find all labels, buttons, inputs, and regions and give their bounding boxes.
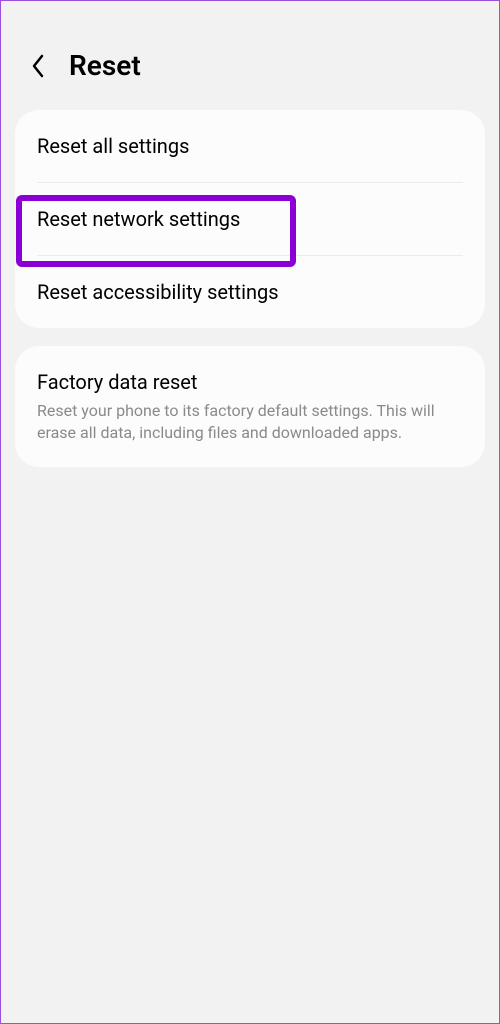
reset-all-settings-item[interactable]: Reset all settings [15, 110, 485, 182]
page-title: Reset [69, 49, 141, 82]
list-item-label: Factory data reset [37, 370, 463, 394]
header: Reset [1, 1, 499, 110]
reset-network-settings-item[interactable]: Reset network settings [15, 183, 485, 255]
list-item-description: Reset your phone to its factory default … [37, 400, 463, 443]
factory-reset-card: Factory data reset Reset your phone to i… [15, 346, 485, 467]
back-icon[interactable] [25, 53, 51, 79]
reset-options-card: Reset all settings Reset network setting… [15, 110, 485, 328]
list-item-label: Reset network settings [37, 207, 463, 231]
list-item-label: Reset accessibility settings [37, 280, 463, 304]
factory-data-reset-item[interactable]: Factory data reset Reset your phone to i… [15, 346, 485, 467]
reset-accessibility-settings-item[interactable]: Reset accessibility settings [15, 256, 485, 328]
list-item-label: Reset all settings [37, 134, 463, 158]
